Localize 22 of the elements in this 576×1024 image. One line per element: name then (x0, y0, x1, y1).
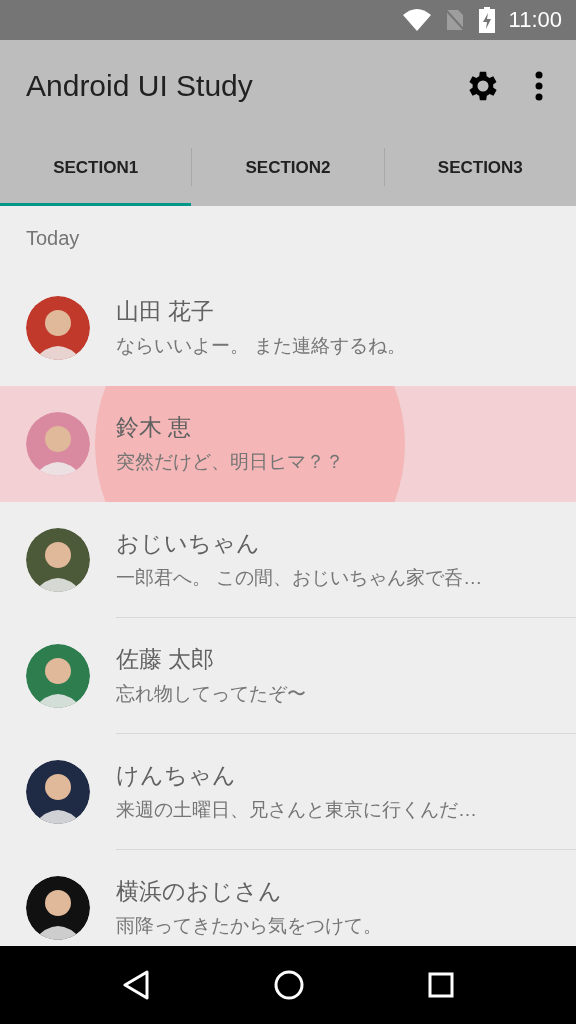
message-preview: 一郎君へ。 この間、おじいちゃん家で呑… (116, 566, 483, 590)
battery-charging-icon (478, 7, 495, 33)
contact-name: おじいちゃん (116, 529, 260, 558)
message-preview: 雨降ってきたから気をつけて。 (116, 914, 382, 938)
clock-time: 11:00 (508, 7, 562, 33)
contact-name: 横浜のおじさん (116, 877, 282, 906)
pressed-list-item[interactable]: 鈴木 恵 突然だけど、明日ヒマ？？ (0, 386, 576, 502)
message-preview: 忘れ物してってたぞ〜 (116, 682, 306, 706)
message-preview: 突然だけど、明日ヒマ？？ (116, 450, 344, 474)
app-title: Android UI Study (26, 69, 254, 103)
tab[interactable]: SECTION1 (0, 132, 192, 206)
message-preview: 来週の土曜日、兄さんと東京に行くんだ… (116, 798, 477, 822)
no-sim-icon (444, 8, 465, 32)
contact-name: けんちゃん (116, 761, 236, 790)
message-preview: ならいいよー。 また連絡するね。 (116, 334, 407, 358)
contact-name: 山田 花子 (116, 297, 215, 326)
section-header: Today (26, 226, 80, 250)
tab[interactable]: SECTION3 (384, 132, 576, 206)
wifi-icon (402, 9, 431, 31)
contact-name: 鈴木 恵 (116, 413, 192, 442)
tab[interactable]: SECTION2 (192, 132, 384, 206)
contact-name: 佐藤 太郎 (116, 645, 215, 674)
